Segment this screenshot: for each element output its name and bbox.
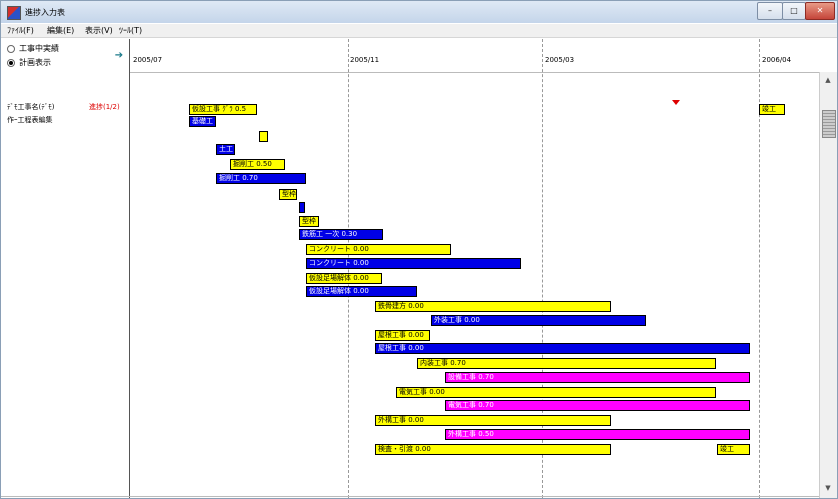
gantt-bar[interactable]: 掘削工 0.70 [216,173,306,184]
menu-file[interactable]: ﾌｧｲﾙ(F) [7,25,34,36]
date-label: 2005/07 [133,56,163,64]
date-label: 2005/11 [350,56,380,64]
scroll-down-icon[interactable]: ▼ [821,482,835,494]
gantt-bar[interactable]: 鉄筋工 一次 0.30 [299,229,383,240]
app-icon [7,6,21,20]
gantt-bar[interactable]: 仮設足場解体 0.00 [306,286,417,297]
gantt-bar[interactable]: 設備工事 0.70 [445,372,750,383]
gantt-bar[interactable]: 屋根工事 0.00 [375,330,430,341]
menu-tools[interactable]: ﾂｰﾙ(T) [119,25,142,36]
gantt-bar[interactable]: 竣工 [759,104,785,115]
menu-view[interactable]: 表示(V) [85,25,113,36]
status-divider [1,496,819,497]
vertical-scrollbar[interactable]: ▲ ▼ [819,72,837,498]
app-window: 進捗入力表 – □ ✕ ﾌｧｲﾙ(F) 編集(E) 表示(V) ﾂｰﾙ(T) 工… [0,0,838,499]
gantt-bar[interactable]: 外構工事 0.00 [375,415,611,426]
timeline-header: 2005/07 2005/11 2005/03 2006/04 [129,39,819,73]
gantt-bar[interactable]: 掘削工 0.50 [230,159,285,170]
gantt-bar[interactable]: 検査・引渡 0.00 [375,444,611,455]
radio-icon [7,44,15,53]
gantt-bar[interactable]: 内装工事 0.70 [417,358,716,369]
date-label: 2006/04 [762,56,792,64]
gantt-bar[interactable]: 外構工事 0.50 [445,429,750,440]
mode-panel: 工事中実績 計画表示 [3,39,108,71]
gantt-bar[interactable]: コンクリート 0.00 [306,244,451,255]
gantt-bar[interactable]: 電気工事 0.00 [396,387,716,398]
gantt-bar[interactable]: コンクリート 0.00 [306,258,521,269]
gantt-bar[interactable]: 型枠 [299,216,319,227]
gantt-bar[interactable] [259,131,268,142]
gantt-bar[interactable]: 屋根工事 0.00 [375,343,750,354]
title-bar: 進捗入力表 – □ ✕ [1,1,837,23]
gantt-bar[interactable] [299,202,305,213]
gantt-bar[interactable]: 電気工事 0.70 [445,400,750,411]
maximize-button[interactable]: □ [782,2,806,20]
gantt-bar[interactable]: 基礎工 [189,116,216,127]
grid-line [129,39,130,498]
scroll-up-icon[interactable]: ▲ [821,74,835,86]
gantt-bar[interactable]: 型枠 [279,189,297,200]
window-title: 進捗入力表 [25,8,65,17]
scroll-thumb[interactable] [822,110,836,138]
project-label: ﾃﾞﾓ工事名(ﾃﾞﾓ) [7,103,55,111]
nav-arrow-icon[interactable]: ➔ [111,49,127,63]
sub-label: 作ｰ工程表編集 [7,116,53,124]
gantt-bar[interactable]: 鉄骨建方 0.00 [375,301,611,312]
gantt-bar[interactable]: 仮設工事 ｸﾞﾗ 0.5 [189,104,257,115]
status-label: 進捗(1/2) [89,103,120,111]
menu-edit[interactable]: 編集(E) [47,25,74,36]
menu-bar: ﾌｧｲﾙ(F) 編集(E) 表示(V) ﾂｰﾙ(T) [1,24,837,38]
gantt-bar[interactable]: 仮設足場解体 0.00 [306,273,382,284]
close-button[interactable]: ✕ [805,2,835,20]
mode-option-actual[interactable]: 工事中実績 [7,43,59,54]
minimize-button[interactable]: – [757,2,783,20]
date-label: 2005/03 [545,56,575,64]
mode-option-plan[interactable]: 計画表示 [7,57,51,68]
radio-selected-icon [7,58,15,67]
gantt-bar[interactable]: 外装工事 0.00 [431,315,646,326]
today-marker-icon [672,100,680,105]
gantt-bar[interactable]: 土工 [216,144,235,155]
gantt-bar[interactable]: 竣工 [717,444,750,455]
